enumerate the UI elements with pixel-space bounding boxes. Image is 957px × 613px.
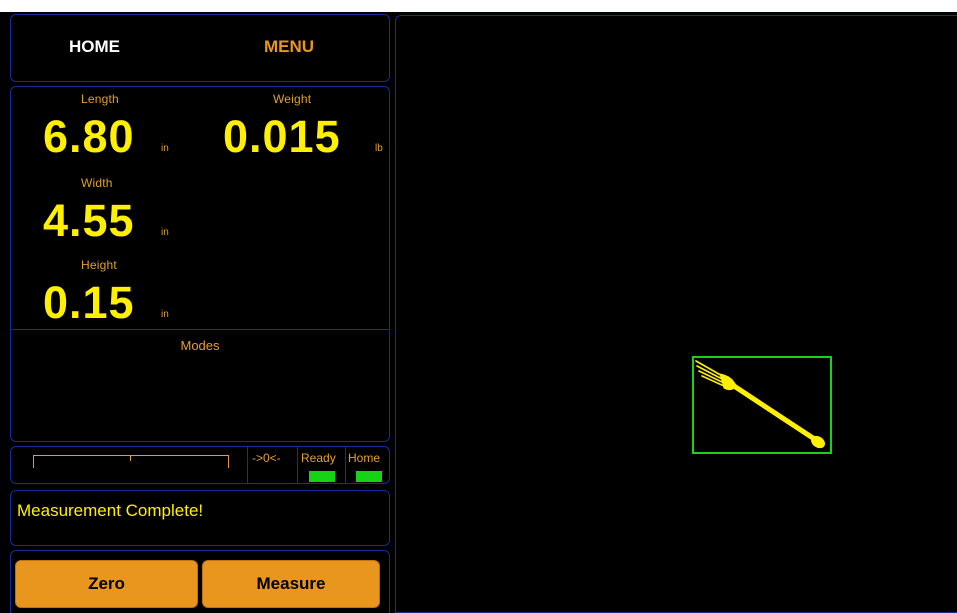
fork-icon <box>695 360 825 449</box>
scale-center-tick <box>130 456 131 461</box>
home-indicator-label: Home <box>348 451 381 465</box>
height-label: Height <box>81 258 117 272</box>
height-value: 0.15 <box>43 277 135 328</box>
weight-value: 0.015 <box>223 111 341 162</box>
status-message: Measurement Complete! <box>17 501 204 520</box>
home-tab[interactable]: HOME <box>69 37 120 57</box>
zero-button[interactable]: Zero <box>15 560 198 608</box>
dimensions-panel: Length 6.80 in Weight 0.015 lb Width 4.5… <box>10 86 390 330</box>
home-led <box>356 471 382 482</box>
length-label: Length <box>81 92 119 106</box>
menu-tab[interactable]: MENU <box>264 37 314 57</box>
weight-label: Weight <box>273 92 312 106</box>
width-label: Width <box>81 176 113 190</box>
device-screen: HOME MENU Length 6.80 in Weight 0.015 lb… <box>0 12 957 613</box>
modes-panel: Modes <box>10 330 390 442</box>
ready-led <box>309 471 335 482</box>
width-value: 4.55 <box>43 195 135 246</box>
action-buttons: Zero Measure <box>10 550 390 613</box>
camera-view <box>395 15 957 613</box>
zero-indicator-label: ->0<- <box>252 451 281 465</box>
message-panel: Measurement Complete! <box>10 490 390 546</box>
divider <box>297 447 298 483</box>
length-value: 6.80 <box>43 111 135 162</box>
height-unit: in <box>161 309 169 320</box>
divider <box>345 447 346 483</box>
measure-button[interactable]: Measure <box>202 560 380 608</box>
width-unit: in <box>161 227 169 238</box>
length-unit: in <box>161 143 169 154</box>
ready-indicator-label: Ready <box>301 451 336 465</box>
weight-scale-bar <box>33 455 229 468</box>
modes-title: Modes <box>180 338 220 353</box>
status-bar: ->0<- Ready Home <box>10 446 390 484</box>
nav-bar: HOME MENU <box>10 14 390 82</box>
bounding-box <box>692 356 832 454</box>
weight-unit: lb <box>375 143 383 154</box>
divider <box>247 447 248 483</box>
